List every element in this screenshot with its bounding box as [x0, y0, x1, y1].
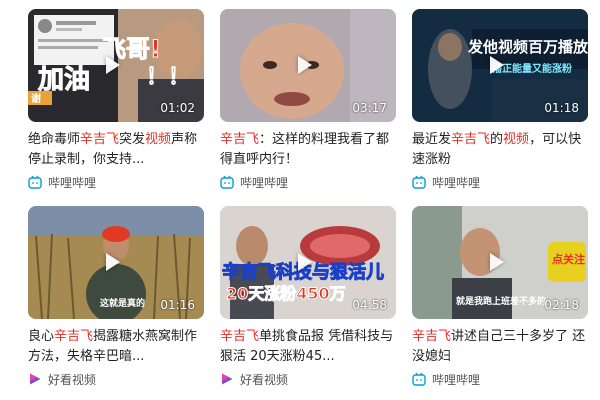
play-icon [106, 56, 120, 74]
video-title[interactable]: 最近发辛吉飞的视频，可以快速涨粉 [412, 130, 588, 170]
video-title[interactable]: 辛吉飞单挑食品报 凭借科技与狠活 20天涨粉45... [220, 327, 396, 367]
video-title[interactable]: 绝命毒师辛吉飞突发视频声称停止录制，你支持... [28, 130, 204, 170]
overlay-caption: 播正能量又能涨粉 [492, 64, 572, 75]
video-source[interactable]: 哔哩哔哩 [220, 173, 396, 191]
title-text: 突发 [119, 132, 146, 147]
title-keyword-highlight: 辛吉飞 [220, 329, 260, 344]
overlay-caption: 点关注 [552, 253, 585, 266]
video-card[interactable]: 点关注 就是我跑上班差不多的 02:18 辛吉飞讲述自己三十多岁了 还没媳妇 哔… [412, 206, 588, 388]
title-text: 的 [490, 132, 504, 147]
video-title[interactable]: 辛吉飞：这样的料理我看了都得直呼内行！ [220, 130, 396, 170]
video-duration: 03:17 [352, 101, 387, 115]
video-source[interactable]: 哔哩哔哩 [412, 173, 588, 191]
source-name: 好看视频 [48, 372, 97, 387]
video-source[interactable]: 哔哩哔哩 [412, 370, 588, 388]
overlay-caption: 谢 [31, 94, 41, 105]
title-keyword-highlight: 辛吉飞 [451, 132, 491, 147]
video-thumbnail[interactable]: 辛吉飞科技与狠活儿 20天涨粉450万 04:58 [220, 206, 396, 319]
video-card[interactable]: 这就是真的 01:16 良心辛吉飞揭露糖水燕窝制作方法，失格辛巴暗... 好看视… [28, 206, 204, 388]
video-thumbnail[interactable]: 发他视频百万播放 播正能量又能涨粉 01:18 [412, 9, 588, 122]
video-card[interactable]: 飞哥! 加油 ！！ 谢 01:02 绝命毒师辛吉飞突发视频声称停止录制，你支持.… [28, 9, 204, 191]
video-source[interactable]: 好看视频 [220, 370, 396, 388]
source-name: 好看视频 [240, 372, 289, 387]
overlay-caption: ！！ [145, 65, 191, 90]
bilibili-icon [412, 175, 426, 189]
haokan-icon [30, 373, 41, 385]
title-keyword-highlight: 辛吉飞 [54, 329, 94, 344]
title-keyword-highlight: 视频 [503, 132, 530, 147]
video-title[interactable]: 良心辛吉飞揭露糖水燕窝制作方法，失格辛巴暗... [28, 327, 204, 367]
source-name: 哔哩哔哩 [432, 372, 481, 387]
haokan-icon [222, 373, 233, 385]
source-name: 哔哩哔哩 [240, 175, 289, 190]
play-icon [106, 253, 120, 271]
video-duration: 01:18 [544, 101, 579, 115]
video-title[interactable]: 辛吉飞讲述自己三十多岁了 还没媳妇 [412, 327, 588, 367]
source-name: 哔哩哔哩 [432, 175, 481, 190]
video-card[interactable]: 发他视频百万播放 播正能量又能涨粉 01:18 最近发辛吉飞的视频，可以快速涨粉… [412, 9, 588, 191]
title-text: 良心 [28, 329, 55, 344]
play-icon [298, 253, 312, 271]
video-source[interactable]: 哔哩哔哩 [28, 173, 204, 191]
video-duration: 04:58 [352, 298, 387, 312]
source-name: 哔哩哔哩 [48, 175, 97, 190]
overlay-caption: 这就是真的 [100, 299, 146, 309]
play-icon [298, 56, 312, 74]
title-keyword-highlight: 辛吉飞 [412, 329, 452, 344]
play-icon [490, 56, 504, 74]
title-keyword-highlight: 辛吉飞 [80, 132, 120, 147]
bilibili-icon [28, 175, 42, 189]
title-text: 最近发 [412, 132, 452, 147]
overlay-caption: 就是我跑上班差不多的 [456, 297, 547, 307]
video-duration: 01:16 [160, 298, 195, 312]
video-card[interactable]: 辛吉飞科技与狠活儿 20天涨粉450万 04:58 辛吉飞单挑食品报 凭借科技与… [220, 206, 396, 388]
video-card[interactable]: 03:17 辛吉飞：这样的料理我看了都得直呼内行！ 哔哩哔哩 [220, 9, 396, 191]
video-results-grid: 飞哥! 加油 ！！ 谢 01:02 绝命毒师辛吉飞突发视频声称停止录制，你支持.… [0, 0, 600, 400]
overlay-caption: 加油 [37, 65, 91, 95]
overlay-caption: 发他视频百万播放 [468, 38, 588, 56]
play-icon [490, 253, 504, 271]
video-duration: 02:18 [544, 298, 579, 312]
bilibili-icon [412, 372, 426, 386]
bilibili-icon [220, 175, 234, 189]
video-thumbnail[interactable]: 这就是真的 01:16 [28, 206, 204, 319]
overlay-caption: 20天涨粉450万 [226, 284, 347, 303]
video-thumbnail[interactable]: 飞哥! 加油 ！！ 谢 01:02 [28, 9, 204, 122]
video-thumbnail[interactable]: 点关注 就是我跑上班差不多的 02:18 [412, 206, 588, 319]
title-keyword-highlight: 视频 [145, 132, 172, 147]
video-duration: 01:02 [160, 101, 195, 115]
title-keyword-highlight: 辛吉飞 [220, 132, 260, 147]
video-source[interactable]: 好看视频 [28, 370, 204, 388]
title-text: 绝命毒师 [28, 132, 81, 147]
video-thumbnail[interactable]: 03:17 [220, 9, 396, 122]
